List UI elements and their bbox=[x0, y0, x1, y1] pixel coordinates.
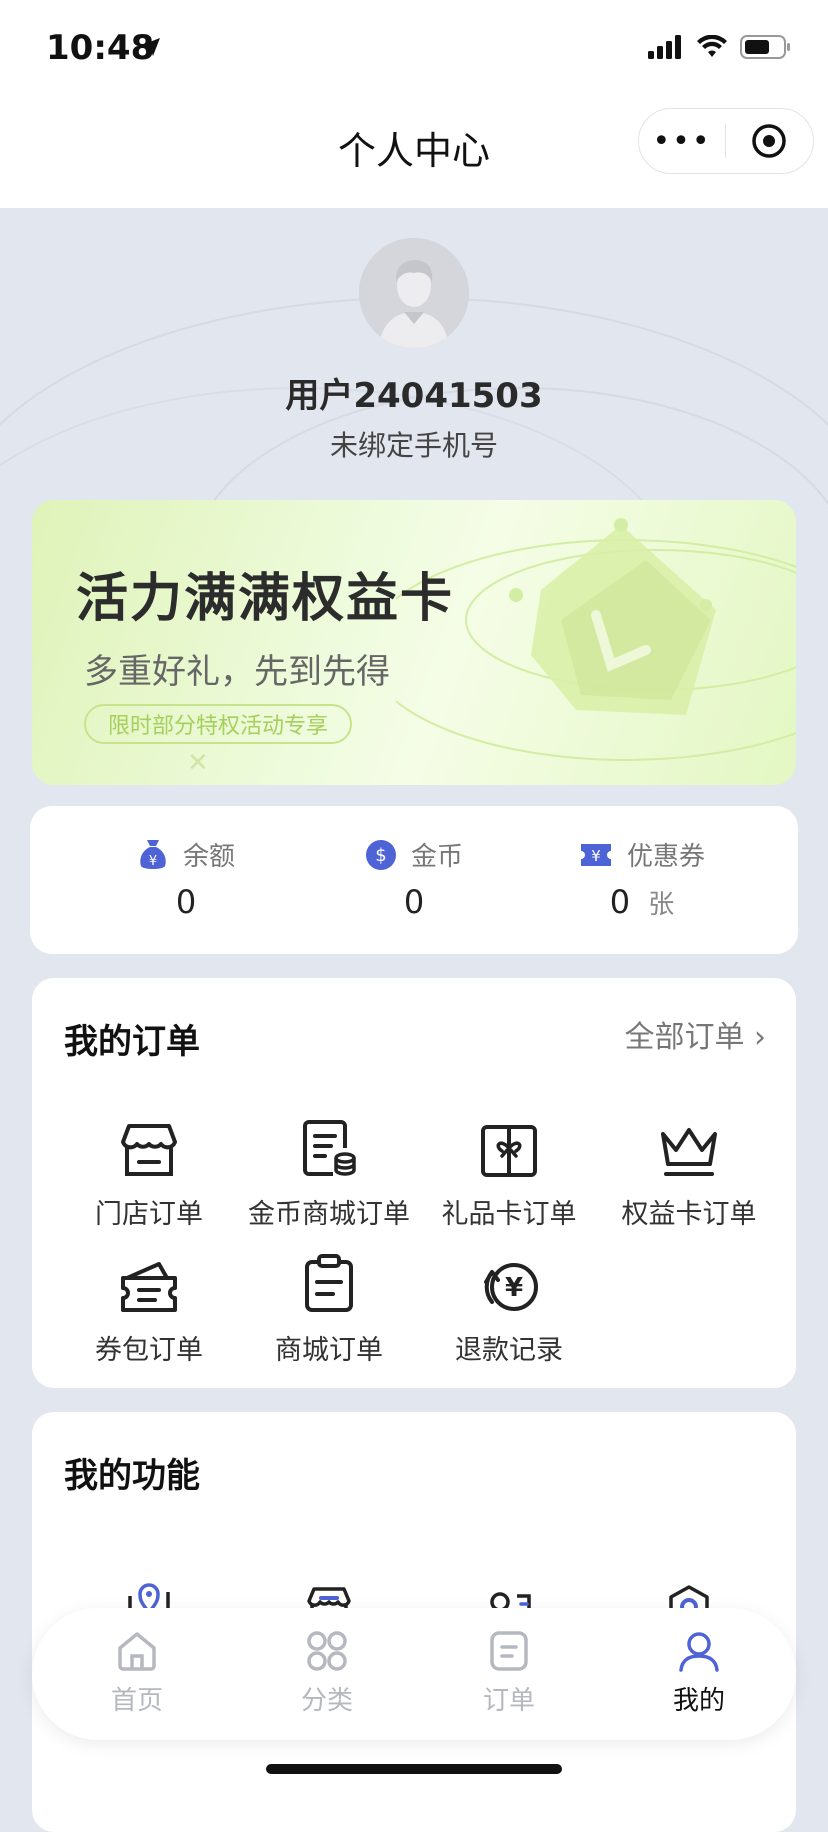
miniprogram-capsule: ••• bbox=[638, 108, 814, 174]
gift-card-icon bbox=[481, 1125, 537, 1177]
asset-label: 余额 bbox=[182, 842, 235, 872]
order-item-coupon-wallet[interactable]: 券包订单 bbox=[59, 1242, 239, 1367]
dollar-coin-icon: $ bbox=[365, 839, 396, 870]
crown-icon bbox=[661, 1128, 717, 1176]
order-icon bbox=[490, 1631, 528, 1671]
location-arrow-icon bbox=[142, 38, 160, 56]
battery-icon bbox=[740, 35, 790, 59]
my-orders-card: 我的订单 全部订单 › 门店订单 金币商城订单 礼品卡订单 权益卡订单 券包订单… bbox=[32, 978, 796, 1388]
order-item-store[interactable]: 门店订单 bbox=[59, 1106, 239, 1231]
store-icon bbox=[121, 1124, 177, 1176]
status-time: 10:48 bbox=[46, 28, 155, 68]
tab-mine[interactable]: 我的 bbox=[624, 1630, 774, 1717]
order-item-label: 退款记录 bbox=[455, 1335, 563, 1366]
assets-card: ¥ 余额 0 $ 金币 0 ¥ 优惠券 0 张 bbox=[30, 806, 798, 954]
order-item-mall[interactable]: 商城订单 bbox=[239, 1242, 419, 1367]
tab-home[interactable]: 首页 bbox=[62, 1630, 212, 1717]
category-icon bbox=[307, 1631, 347, 1671]
order-item-label: 金币商城订单 bbox=[248, 1199, 410, 1230]
order-item-gift-card[interactable]: 礼品卡订单 bbox=[419, 1106, 599, 1231]
svg-text:¥: ¥ bbox=[149, 854, 157, 869]
asset-value: 0 bbox=[175, 883, 197, 921]
order-item-label: 权益卡订单 bbox=[621, 1199, 757, 1230]
asset-balance[interactable]: ¥ 余额 0 bbox=[66, 836, 306, 921]
navigation-bar: 个人中心 ••• bbox=[0, 100, 828, 208]
banner-title: 活力满满权益卡 bbox=[76, 569, 455, 629]
close-icon[interactable]: ✕ bbox=[187, 748, 209, 778]
target-icon[interactable] bbox=[726, 123, 812, 159]
tab-category[interactable]: 分类 bbox=[252, 1630, 402, 1717]
more-icon[interactable]: ••• bbox=[639, 124, 725, 159]
order-item-label: 礼品卡订单 bbox=[441, 1199, 577, 1230]
home-icon bbox=[118, 1632, 156, 1671]
home-indicator bbox=[266, 1764, 562, 1774]
svg-text:¥: ¥ bbox=[591, 847, 601, 865]
cellular-signal-icon bbox=[648, 35, 681, 59]
asset-unit: 张 bbox=[648, 890, 675, 920]
tab-label: 订单 bbox=[482, 1686, 535, 1716]
coupon-icon: ¥ bbox=[580, 843, 611, 866]
user-icon bbox=[679, 1632, 719, 1672]
tab-label: 分类 bbox=[300, 1686, 353, 1716]
clipboard-icon bbox=[305, 1254, 353, 1312]
money-bag-icon: ¥ bbox=[140, 839, 166, 869]
tab-label: 我的 bbox=[672, 1686, 725, 1716]
asset-coupons[interactable]: ¥ 优惠券 0 张 bbox=[522, 836, 762, 921]
order-item-label: 券包订单 bbox=[95, 1335, 203, 1366]
benefit-card-banner[interactable]: 活力满满权益卡 多重好礼，先到先得 限时部分特权活动专享 ✕ bbox=[32, 500, 796, 785]
asset-coins[interactable]: $ 金币 0 bbox=[294, 836, 534, 921]
order-item-benefit-card[interactable]: 权益卡订单 bbox=[599, 1106, 779, 1231]
asset-value: 0 bbox=[609, 883, 631, 921]
svg-text:¥: ¥ bbox=[505, 1273, 523, 1303]
section-title: 我的功能 bbox=[64, 1456, 200, 1496]
wifi-icon bbox=[697, 35, 727, 57]
coupon-wallet-icon bbox=[121, 1262, 177, 1312]
banner-subtitle: 多重好礼，先到先得 bbox=[84, 652, 390, 692]
banner-tag: 限时部分特权活动专享 bbox=[84, 704, 353, 744]
banner-decoration bbox=[396, 518, 796, 761]
username: 用户24041503 bbox=[285, 376, 543, 416]
avatar[interactable] bbox=[359, 238, 469, 348]
section-title: 我的订单 bbox=[64, 1022, 200, 1062]
order-item-label: 商城订单 bbox=[275, 1335, 383, 1366]
order-item-coin-mall[interactable]: 金币商城订单 bbox=[239, 1106, 419, 1231]
refund-icon: ¥ bbox=[484, 1263, 538, 1311]
status-bar: 10:48 bbox=[0, 0, 828, 100]
coin-mall-order-icon bbox=[303, 1120, 356, 1176]
order-item-refund[interactable]: ¥ 退款记录 bbox=[419, 1242, 599, 1367]
tab-orders[interactable]: 订单 bbox=[434, 1630, 584, 1717]
order-item-label: 门店订单 bbox=[95, 1199, 203, 1230]
asset-label: 金币 bbox=[410, 842, 463, 872]
avatar-placeholder-icon bbox=[359, 238, 469, 348]
asset-value: 0 bbox=[403, 883, 425, 921]
asset-label: 优惠券 bbox=[626, 842, 705, 872]
phone-binding-status[interactable]: 未绑定手机号 bbox=[0, 424, 828, 464]
all-orders-link[interactable]: 全部订单 › bbox=[624, 1012, 766, 1056]
svg-text:$: $ bbox=[375, 845, 386, 866]
bottom-tab-bar: 首页 分类 订单 我的 bbox=[32, 1608, 796, 1740]
tab-label: 首页 bbox=[110, 1686, 163, 1716]
